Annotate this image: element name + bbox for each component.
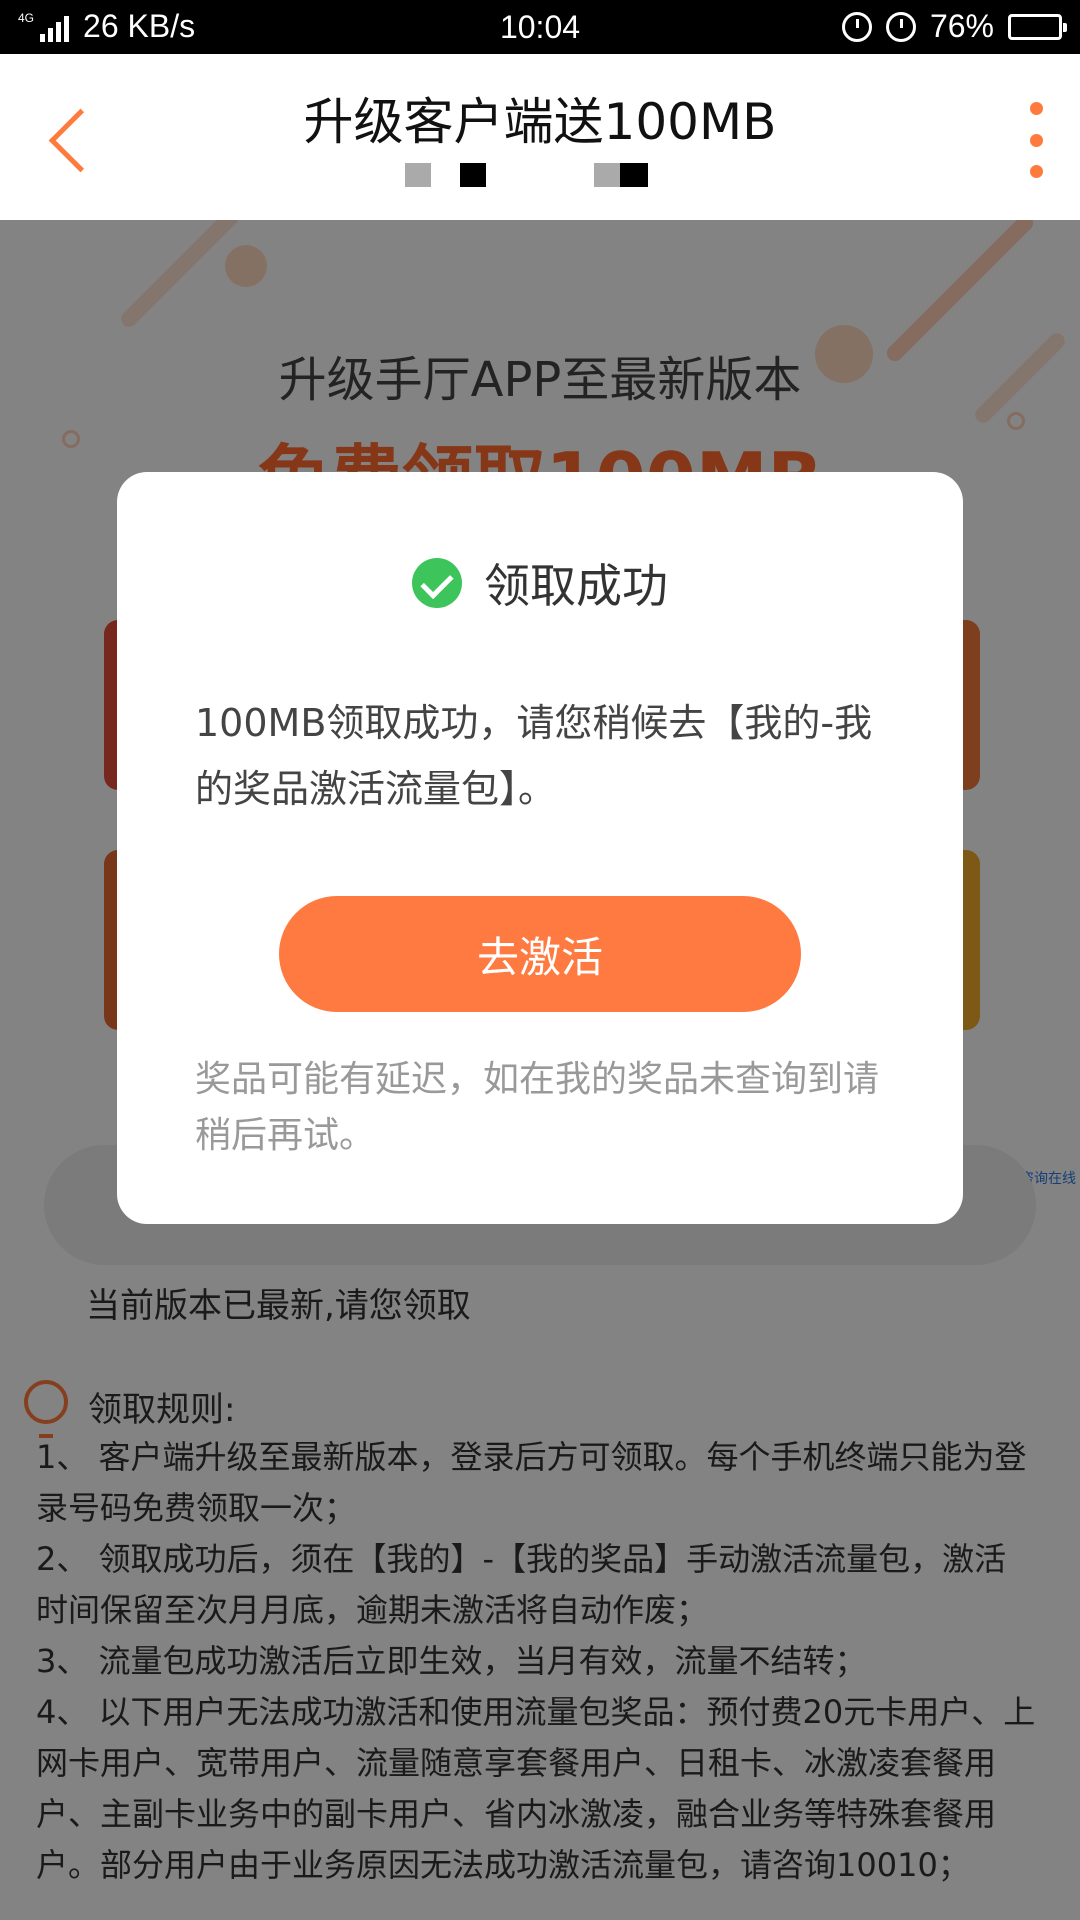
app-header: 升级客户端送100MB <box>0 54 1080 220</box>
activate-button[interactable]: 去激活 <box>279 896 801 1012</box>
status-bar: 4G 26 KB/s 10:04 76% <box>0 0 1080 54</box>
page-title: 升级客户端送100MB <box>303 93 777 151</box>
dialog-note: 奖品可能有延迟，如在我的奖品未查询到请 稍后再试。 <box>195 1059 880 1156</box>
redacted-block <box>405 163 431 187</box>
dialog-title: 领取成功 <box>484 559 668 613</box>
more-vertical-icon[interactable] <box>1024 102 1048 178</box>
lock-rotation-icon <box>841 11 872 42</box>
status-right: 76% <box>841 8 1067 45</box>
battery-icon <box>1008 13 1067 40</box>
dialog-header: 领取成功 <box>117 550 963 616</box>
alarm-icon <box>885 11 916 42</box>
redacted-block <box>620 163 648 187</box>
battery-percent: 76% <box>929 8 994 44</box>
redacted-block <box>460 163 486 187</box>
redacted-block <box>594 163 620 187</box>
check-circle-icon <box>412 558 462 608</box>
success-dialog: 领取成功 100MB领取成功，请您稍候去【我的-我的奖品激活流量包】。 去激活 … <box>117 472 963 1224</box>
dialog-message: 100MB领取成功，请您稍候去【我的-我的奖品激活流量包】。 <box>195 701 873 811</box>
